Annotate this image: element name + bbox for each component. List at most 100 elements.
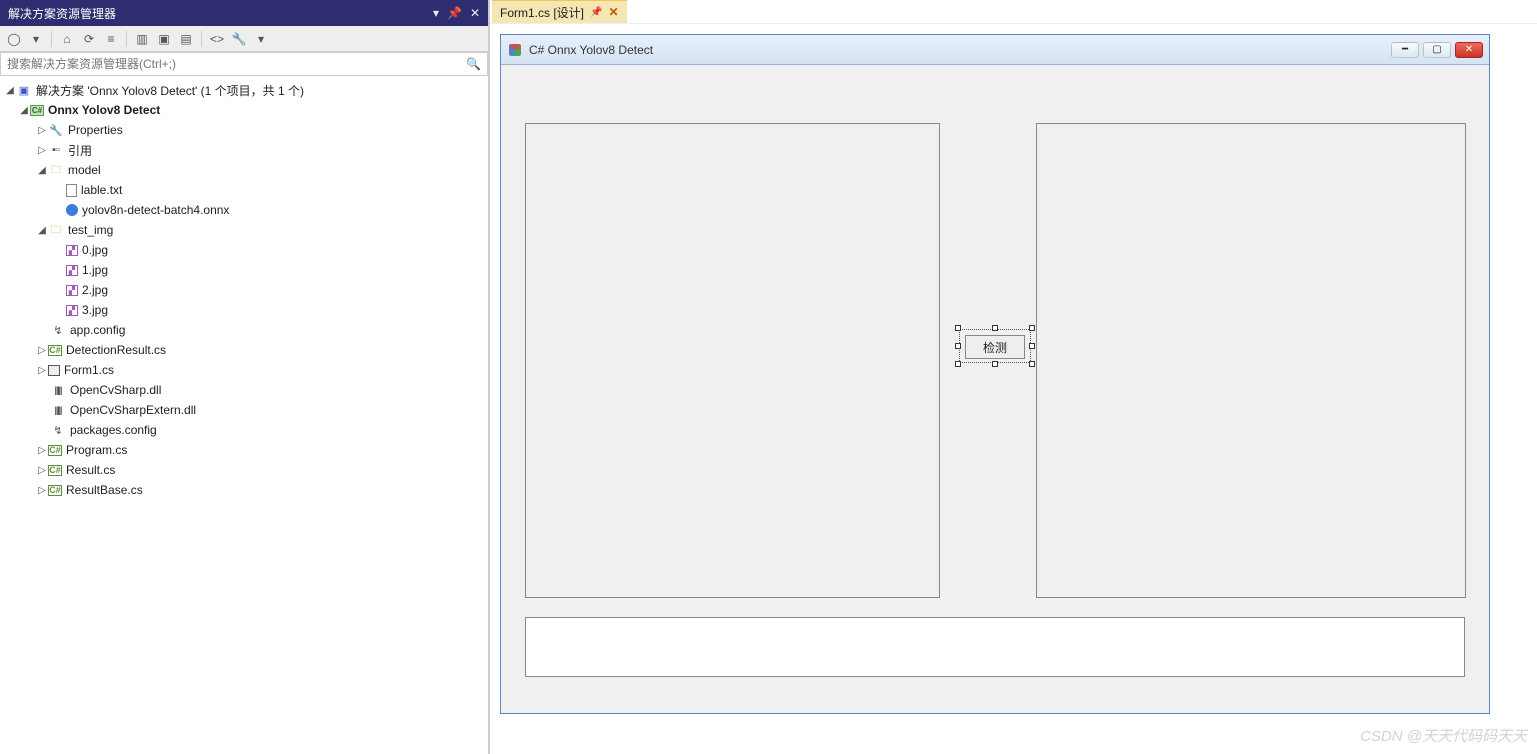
solution-node[interactable]: ◢ ▣ 解决方案 'Onnx Yolov8 Detect' (1 个项目，共 1… xyxy=(0,80,488,100)
solution-tree: ◢ ▣ 解决方案 'Onnx Yolov8 Detect' (1 个项目，共 1… xyxy=(0,76,488,754)
csfile-icon: C# xyxy=(48,465,62,476)
file-node-img2[interactable]: ▞ 2.jpg xyxy=(0,280,488,300)
file-node-program[interactable]: ▷ C# Program.cs xyxy=(0,440,488,460)
panel-title-text: 解决方案资源管理器 xyxy=(8,5,116,22)
expand-icon[interactable]: ▷ xyxy=(36,485,48,496)
textbox-output[interactable] xyxy=(525,617,1465,677)
search-icon[interactable]: 🔍 xyxy=(466,57,481,71)
testimg-folder-node[interactable]: ◢ 🗀 test_img xyxy=(0,220,488,240)
file-label: packages.config xyxy=(70,423,157,437)
folder-icon: 🗀 xyxy=(48,162,64,178)
resize-handle[interactable] xyxy=(955,361,961,367)
project-label: Onnx Yolov8 Detect xyxy=(48,103,160,117)
expand-icon[interactable]: ▷ xyxy=(36,445,48,456)
resize-handle[interactable] xyxy=(955,325,961,331)
detect-button[interactable]: 检测 xyxy=(965,335,1025,359)
preview-icon[interactable]: ▤ xyxy=(176,29,196,49)
file-node-img0[interactable]: ▞ 0.jpg xyxy=(0,240,488,260)
tab-label: Form1.cs [设计] xyxy=(500,4,584,21)
form-client-area[interactable]: 检测 xyxy=(501,65,1489,713)
dropdown-icon[interactable]: ▾ xyxy=(251,29,271,49)
showall-icon[interactable]: ▥ xyxy=(132,29,152,49)
file-label: DetectionResult.cs xyxy=(66,343,166,357)
folder-icon: 🗀 xyxy=(48,222,64,238)
wrench-icon[interactable]: 🔧 xyxy=(229,29,249,49)
file-node-appconfig[interactable]: ↯ app.config xyxy=(0,320,488,340)
maximize-icon[interactable]: ▢ xyxy=(1423,42,1451,58)
resize-handle[interactable] xyxy=(955,343,961,349)
code-icon[interactable]: <> xyxy=(207,29,227,49)
tab-form1-design[interactable]: Form1.cs [设计] 📌 ✕ xyxy=(492,0,627,23)
file-label: 2.jpg xyxy=(82,283,108,297)
designer-area: Form1.cs [设计] 📌 ✕ C# Onnx Yolov8 Detect … xyxy=(490,0,1537,754)
picturebox-right[interactable] xyxy=(1036,123,1466,598)
file-node-detectionresult[interactable]: ▷ C# DetectionResult.cs xyxy=(0,340,488,360)
explorer-toolbar: ◯ ▾ ⌂ ⟳ ≡ ▥ ▣ ▤ <> 🔧 ▾ xyxy=(0,26,488,52)
file-node-result[interactable]: ▷ C# Result.cs xyxy=(0,460,488,480)
brackets-icon[interactable]: ≡ xyxy=(101,29,121,49)
search-input[interactable] xyxy=(7,57,466,71)
watermark-text: CSDN @天天代码码天天 xyxy=(1360,725,1527,746)
references-icon: ▪▫ xyxy=(48,142,64,158)
onnx-icon xyxy=(66,204,78,216)
expand-icon[interactable]: ◢ xyxy=(4,85,16,96)
panel-pin-icon[interactable]: 📌 xyxy=(447,6,462,20)
csfile-icon: C# xyxy=(48,445,62,456)
model-folder-node[interactable]: ◢ 🗀 model xyxy=(0,160,488,180)
separator xyxy=(126,31,127,47)
designer-surface[interactable]: C# Onnx Yolov8 Detect ━ ▢ ✕ 检测 xyxy=(490,24,1537,754)
app-icon xyxy=(507,42,523,58)
pin-icon[interactable]: 📌 xyxy=(590,7,602,18)
home-icon[interactable]: ⌂ xyxy=(57,29,77,49)
expand-icon[interactable]: ▷ xyxy=(36,145,48,156)
file-label: 3.jpg xyxy=(82,303,108,317)
panel-dropdown-icon[interactable]: ▾ xyxy=(433,6,439,20)
references-label: 引用 xyxy=(68,142,92,159)
expand-icon[interactable]: ▷ xyxy=(36,465,48,476)
picturebox-left[interactable] xyxy=(525,123,940,598)
back-icon[interactable]: ◯ xyxy=(4,29,24,49)
close-icon[interactable]: ✕ xyxy=(1455,42,1483,58)
expand-icon[interactable]: ◢ xyxy=(18,105,30,116)
collapse-icon[interactable]: ▣ xyxy=(154,29,174,49)
forward-icon[interactable]: ▾ xyxy=(26,29,46,49)
dll-icon: ||||| xyxy=(50,402,66,418)
file-label: Result.cs xyxy=(66,463,115,477)
file-node-lable[interactable]: lable.txt xyxy=(0,180,488,200)
button-selection[interactable]: 检测 xyxy=(955,325,1035,367)
file-node-img3[interactable]: ▞ 3.jpg xyxy=(0,300,488,320)
properties-node[interactable]: ▷ 🔧 Properties xyxy=(0,120,488,140)
resize-handle[interactable] xyxy=(992,361,998,367)
file-node-form1[interactable]: ▷ Form1.cs xyxy=(0,360,488,380)
minimize-icon[interactable]: ━ xyxy=(1391,42,1419,58)
file-node-packages[interactable]: ↯ packages.config xyxy=(0,420,488,440)
panel-close-icon[interactable]: ✕ xyxy=(470,6,480,20)
form-window[interactable]: C# Onnx Yolov8 Detect ━ ▢ ✕ 检测 xyxy=(500,34,1490,714)
resize-handle[interactable] xyxy=(992,325,998,331)
expand-icon[interactable]: ▷ xyxy=(36,365,48,376)
file-node-opencvsharpextern[interactable]: ||||| OpenCvSharpExtern.dll xyxy=(0,400,488,420)
resize-handle[interactable] xyxy=(1029,325,1035,331)
references-node[interactable]: ▷ ▪▫ 引用 xyxy=(0,140,488,160)
expand-icon[interactable]: ▷ xyxy=(36,125,48,136)
expand-icon[interactable]: ◢ xyxy=(36,225,48,236)
project-node[interactable]: ◢ C# Onnx Yolov8 Detect xyxy=(0,100,488,120)
csproj-icon: C# xyxy=(30,105,44,116)
csfile-icon: C# xyxy=(48,485,62,496)
panel-titlebar: 解决方案资源管理器 ▾ 📌 ✕ xyxy=(0,0,488,26)
image-icon: ▞ xyxy=(66,285,78,296)
close-icon[interactable]: ✕ xyxy=(608,5,618,19)
file-node-opencvsharp[interactable]: ||||| OpenCvSharp.dll xyxy=(0,380,488,400)
file-node-img1[interactable]: ▞ 1.jpg xyxy=(0,260,488,280)
expand-icon[interactable]: ◢ xyxy=(36,165,48,176)
folder-label: model xyxy=(68,163,101,177)
file-node-onnx[interactable]: yolov8n-detect-batch4.onnx xyxy=(0,200,488,220)
expand-icon[interactable]: ▷ xyxy=(36,345,48,356)
file-label: 1.jpg xyxy=(82,263,108,277)
file-label: 0.jpg xyxy=(82,243,108,257)
file-node-resultbase[interactable]: ▷ C# ResultBase.cs xyxy=(0,480,488,500)
sync-icon[interactable]: ⟳ xyxy=(79,29,99,49)
search-box[interactable]: 🔍 xyxy=(0,52,488,76)
resize-handle[interactable] xyxy=(1029,343,1035,349)
resize-handle[interactable] xyxy=(1029,361,1035,367)
